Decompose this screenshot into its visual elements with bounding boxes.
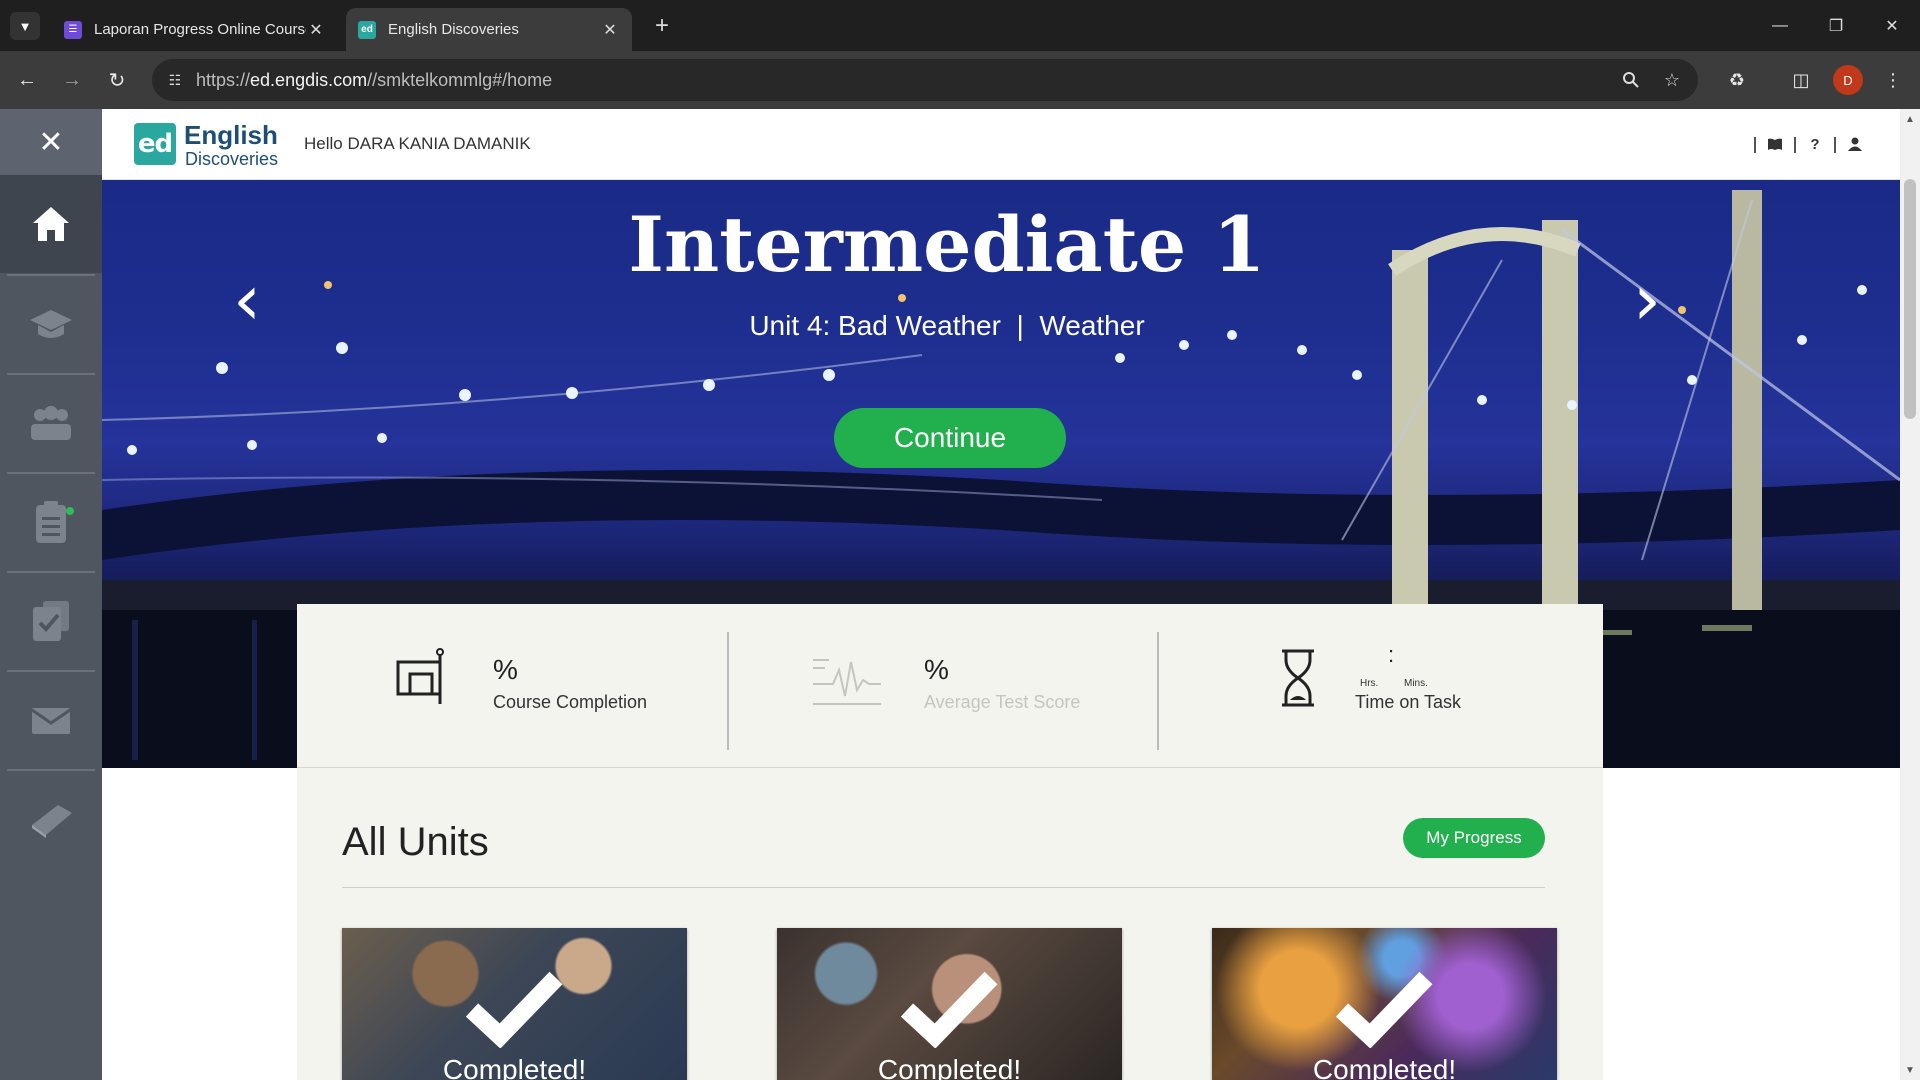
tab-english-discoveries[interactable]: ed English Discoveries ✕	[346, 8, 632, 51]
profile-avatar[interactable]: D	[1833, 65, 1863, 95]
browser-menu-icon[interactable]: ⋮	[1878, 65, 1908, 95]
course-title: Intermediate 1	[628, 200, 1266, 289]
unit-card[interactable]: Completed!	[777, 928, 1122, 1080]
average-test-score-label: Average Test Score	[924, 692, 1081, 712]
checkmark-icon	[900, 971, 998, 1048]
stats-divider	[727, 632, 729, 750]
browser-toolbar: ← → ↻ ☷ https://ed.engdis.com//smktelkom…	[0, 51, 1920, 109]
section-divider	[342, 887, 1545, 888]
flag-board-icon	[396, 648, 444, 704]
stats-divider	[1157, 632, 1159, 750]
scroll-thumb[interactable]	[1904, 179, 1916, 419]
page-scrollbar[interactable]: ▲ ▼	[1900, 109, 1920, 1080]
checkmark-icon	[465, 971, 563, 1048]
home-icon	[33, 207, 69, 241]
unit-card[interactable]: Completed!	[342, 928, 687, 1080]
current-unit-subtitle: Unit 4: Bad Weather | Weather	[749, 310, 1145, 341]
stats-panel: % Course Completion % Average Test Score…	[297, 604, 1603, 768]
next-course-arrow-icon[interactable]: ›	[1622, 259, 1672, 341]
hours-label: Hrs.	[1360, 678, 1379, 689]
minutes-label: Mins.	[1404, 678, 1428, 689]
extensions-icon[interactable]: ♻	[1722, 65, 1752, 95]
unit-status: Completed!	[877, 1054, 1022, 1080]
logo-text-discoveries: Discoveries	[185, 149, 279, 169]
time-on-task-label: Time on Task	[1355, 692, 1462, 712]
course-completion-label: Course Completion	[493, 692, 648, 712]
help-icon[interactable]: ?	[1804, 133, 1826, 155]
english-discoveries-logo[interactable]: ed	[134, 123, 176, 165]
my-progress-button[interactable]: My Progress	[1403, 818, 1545, 858]
unit-status: Completed!	[1312, 1054, 1457, 1080]
forms-favicon-icon: ☰	[64, 20, 82, 39]
all-units-section: All Units My Progress Completed! Complet…	[297, 768, 1603, 1080]
logo-text-english: English	[184, 120, 278, 150]
unit-status: Completed!	[442, 1054, 587, 1080]
back-button[interactable]: ←	[12, 65, 42, 95]
hourglass-icon	[1282, 649, 1314, 707]
checkmark-icon	[1335, 971, 1433, 1048]
tab-title: English Discoveries	[388, 21, 519, 38]
community-icon	[31, 406, 71, 440]
header-divider	[1754, 137, 1756, 153]
previous-course-arrow-icon[interactable]: ‹	[222, 259, 272, 341]
sidebar-item-courses[interactable]	[0, 275, 102, 373]
user-greeting: Hello DARA KANIA DAMANIK	[304, 134, 531, 153]
ed-favicon-icon: ed	[358, 20, 376, 39]
sidebar-item-home[interactable]	[0, 175, 102, 273]
forward-button[interactable]: →	[57, 65, 87, 95]
header-divider	[1794, 137, 1796, 153]
dictionary-icon	[32, 805, 72, 838]
close-sidebar-icon[interactable]: ✕	[0, 109, 102, 175]
header-divider	[1834, 137, 1836, 153]
messages-icon	[31, 708, 71, 734]
sidebar-item-community[interactable]	[0, 374, 102, 472]
continue-button[interactable]: Continue	[834, 408, 1066, 468]
sidebar-item-assignments[interactable]	[0, 473, 102, 571]
tab-laporan-progress[interactable]: ☰ Laporan Progress Online Course ✕	[52, 8, 338, 51]
unit-card[interactable]: Completed!	[1212, 928, 1557, 1080]
tab-title: Laporan Progress Online Course	[94, 21, 306, 38]
assignments-icon	[36, 501, 66, 543]
sidebar-item-messages[interactable]	[0, 671, 102, 769]
restore-window-button[interactable]: ❐	[1808, 0, 1864, 51]
close-tab-icon[interactable]: ✕	[600, 20, 620, 40]
book-icon[interactable]	[1764, 133, 1786, 155]
app-sidebar: ✕	[0, 109, 102, 1080]
sidebar-item-tests[interactable]	[0, 572, 102, 670]
url-text[interactable]: https://ed.engdis.com//smktelkommlg#/hom…	[196, 70, 552, 91]
average-test-score-value: %	[924, 654, 949, 685]
all-units-heading: All Units	[342, 820, 489, 864]
close-tab-icon[interactable]: ✕	[306, 20, 326, 40]
bookmark-star-icon[interactable]: ☆	[1659, 67, 1685, 93]
app-header: ed English Discoveries Hello DARA KANIA …	[102, 109, 1900, 180]
browser-tabstrip: ▼ ☰ Laporan Progress Online Course ✕ ed …	[0, 0, 1920, 51]
tests-icon	[33, 601, 69, 641]
scroll-down-icon[interactable]: ▼	[1900, 1062, 1920, 1078]
course-completion-value: %	[493, 654, 518, 685]
courses-icon	[30, 310, 72, 338]
reload-button[interactable]: ↻	[102, 65, 132, 95]
tab-search-button[interactable]: ▼	[10, 12, 40, 40]
close-window-button[interactable]: ✕	[1864, 0, 1920, 51]
time-separator: :	[1388, 642, 1395, 667]
scroll-up-icon[interactable]: ▲	[1900, 111, 1920, 127]
minimize-window-button[interactable]: —	[1752, 0, 1808, 51]
new-tab-button[interactable]: +	[648, 12, 676, 40]
user-icon[interactable]	[1844, 133, 1866, 155]
pulse-chart-icon	[813, 659, 881, 705]
zoom-icon[interactable]	[1618, 67, 1644, 93]
notification-dot	[66, 507, 74, 515]
sidebar-item-dictionary[interactable]	[0, 770, 102, 868]
side-panel-icon[interactable]: ◫	[1786, 65, 1816, 95]
site-info-icon[interactable]: ☷	[162, 67, 188, 93]
address-bar[interactable]: ☷ https://ed.engdis.com//smktelkommlg#/h…	[152, 59, 1698, 101]
